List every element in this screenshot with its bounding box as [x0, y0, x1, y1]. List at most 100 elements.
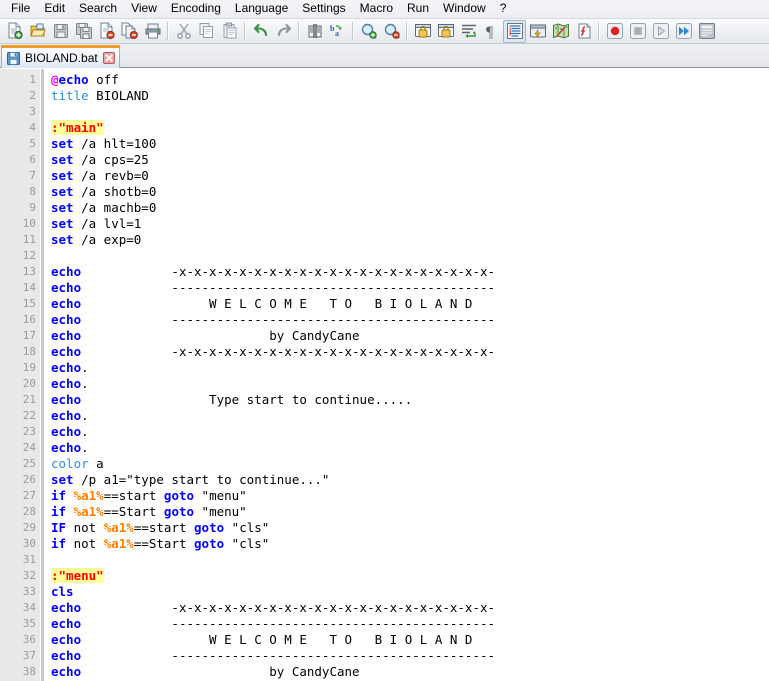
code-line[interactable]: echo.	[51, 424, 769, 440]
menu-settings[interactable]: Settings	[295, 0, 352, 18]
code-line[interactable]: echo.	[51, 440, 769, 456]
code-text-token: "cls"	[224, 536, 270, 551]
menu-help[interactable]: ?	[493, 0, 514, 18]
menu-file[interactable]: File	[4, 0, 37, 18]
code-line[interactable]: echo -x-x-x-x-x-x-x-x-x-x-x-x-x-x-x-x-x-…	[51, 264, 769, 280]
code-line[interactable]: title BIOLAND	[51, 88, 769, 104]
line-number: 18	[22, 345, 36, 358]
toolbar-button-save-macro[interactable]	[695, 20, 718, 43]
toolbar-button-show-document-map[interactable]	[549, 20, 572, 43]
code-keyword-token: goto	[194, 520, 225, 535]
code-line[interactable]: echo by CandyCane	[51, 328, 769, 344]
toolbar-button-function-list[interactable]	[572, 20, 595, 43]
tab-bioland-bat[interactable]: BIOLAND.bat	[1, 45, 120, 68]
code-line[interactable]: echo -----------------------------------…	[51, 616, 769, 632]
code-line[interactable]: echo.	[51, 360, 769, 376]
code-line[interactable]: set /p a1="type start to continue..."	[51, 472, 769, 488]
code-line[interactable]: echo -x-x-x-x-x-x-x-x-x-x-x-x-x-x-x-x-x-…	[51, 344, 769, 360]
saved-file-icon	[7, 51, 20, 65]
code-keyword-token: set	[51, 472, 74, 487]
code-line[interactable]: echo.	[51, 408, 769, 424]
editor-area[interactable]: 1 2 3 4 5 6 7 8 9 10 11 12 13 14 15 16 17 18 19 20 21 22 23 24 2…	[0, 68, 769, 681]
toolbar-button-indent-guide[interactable]	[503, 19, 526, 43]
toolbar-button-sync-vertical-scroll[interactable]	[411, 20, 434, 43]
menu-view[interactable]: View	[124, 0, 164, 18]
code-line[interactable]: set /a hlt=100	[51, 136, 769, 152]
toolbar-button-save[interactable]	[49, 20, 72, 43]
toolbar-button-user-defined-dialog[interactable]	[526, 20, 549, 43]
word-wrap-icon	[460, 22, 478, 40]
toolbar-button-new-file[interactable]	[3, 20, 26, 43]
toolbar-button-show-all-chars[interactable]: ¶	[480, 20, 503, 43]
code-line[interactable]: IF not %a1%==start goto "cls"	[51, 520, 769, 536]
toolbar-button-sync-horizontal-scroll[interactable]	[434, 20, 457, 43]
code-line[interactable]: @echo off	[51, 72, 769, 88]
toolbar-button-play-macro[interactable]	[649, 20, 672, 43]
code-line[interactable]: if %a1%==start goto "menu"	[51, 488, 769, 504]
code-line[interactable]: echo -----------------------------------…	[51, 312, 769, 328]
save-all-icon	[75, 22, 93, 40]
toolbar-button-close-file[interactable]	[95, 20, 118, 43]
code-line[interactable]	[51, 552, 769, 568]
code-line[interactable]: cls	[51, 584, 769, 600]
code-line[interactable]: echo -x-x-x-x-x-x-x-x-x-x-x-x-x-x-x-x-x-…	[51, 600, 769, 616]
code-line[interactable]: echo Type start to continue.....	[51, 392, 769, 408]
toolbar-button-redo[interactable]	[272, 20, 295, 43]
line-number: 10	[22, 217, 36, 230]
toolbar-button-undo[interactable]	[249, 20, 272, 43]
code-text-area[interactable]: @echo off title BIOLAND :"main" set /a hlt…	[45, 69, 769, 681]
code-text-token: BIOLAND	[88, 88, 149, 103]
new-file-icon	[6, 22, 24, 40]
toolbar-button-record-macro[interactable]	[603, 20, 626, 43]
toolbar-button-open-file[interactable]	[26, 20, 49, 43]
toolbar-button-find[interactable]	[303, 20, 326, 43]
toolbar-button-close-all-files[interactable]	[118, 20, 141, 43]
code-text-token: /a revb=0	[73, 168, 149, 183]
code-variable-token: %a1%	[73, 488, 104, 503]
toolbar-button-zoom-out[interactable]	[380, 20, 403, 43]
line-number: 15	[22, 297, 36, 310]
toolbar-button-replace[interactable]: ba	[326, 20, 349, 43]
code-line[interactable]: set /a shotb=0	[51, 184, 769, 200]
code-line[interactable]: set /a exp=0	[51, 232, 769, 248]
code-variable-token: %a1%	[103, 520, 134, 535]
menu-language[interactable]: Language	[228, 0, 295, 18]
code-line[interactable]: echo -----------------------------------…	[51, 280, 769, 296]
toolbar-button-cut[interactable]	[172, 20, 195, 43]
toolbar-button-save-all[interactable]	[72, 20, 95, 43]
menu-encoding[interactable]: Encoding	[164, 0, 228, 18]
code-line[interactable]: echo W E L C O M E T O B I O L A N D	[51, 296, 769, 312]
code-line[interactable]: echo by CandyCane	[51, 664, 769, 680]
code-line[interactable]: echo W E L C O M E T O B I O L A N D	[51, 632, 769, 648]
menu-macro[interactable]: Macro	[353, 0, 400, 18]
toolbar-button-zoom-in[interactable]	[357, 20, 380, 43]
code-line[interactable]: color a	[51, 456, 769, 472]
code-line[interactable]: echo.	[51, 376, 769, 392]
code-line[interactable]: set /a revb=0	[51, 168, 769, 184]
toolbar-button-paste[interactable]	[218, 20, 241, 43]
toolbar-button-stop-macro[interactable]	[626, 20, 649, 43]
toolbar-button-print[interactable]	[141, 20, 164, 43]
toolbar-button-word-wrap[interactable]	[457, 20, 480, 43]
code-line[interactable]: set /a machb=0	[51, 200, 769, 216]
code-line[interactable]	[51, 104, 769, 120]
code-line[interactable]: :"main"	[51, 120, 769, 136]
menu-run[interactable]: Run	[400, 0, 436, 18]
toolbar-button-copy[interactable]	[195, 20, 218, 43]
code-line[interactable]: if not %a1%==Start goto "cls"	[51, 536, 769, 552]
menu-edit[interactable]: Edit	[37, 0, 72, 18]
close-icon[interactable]	[102, 52, 115, 64]
code-line[interactable]: :"menu"	[51, 568, 769, 584]
code-line[interactable]: set /a cps=25	[51, 152, 769, 168]
find-icon	[306, 22, 324, 40]
menu-search[interactable]: Search	[72, 0, 124, 18]
code-line[interactable]: set /a lvl=1	[51, 216, 769, 232]
toolbar-button-run-macro-multiple[interactable]	[672, 20, 695, 43]
code-line[interactable]: echo -----------------------------------…	[51, 648, 769, 664]
code-text-token: "menu"	[194, 504, 247, 519]
menu-window[interactable]: Window	[436, 0, 493, 18]
code-line[interactable]: if %a1%==Start goto "menu"	[51, 504, 769, 520]
code-line[interactable]	[51, 248, 769, 264]
code-text-token: /a cps=25	[73, 152, 149, 167]
line-number: 4	[29, 121, 36, 134]
